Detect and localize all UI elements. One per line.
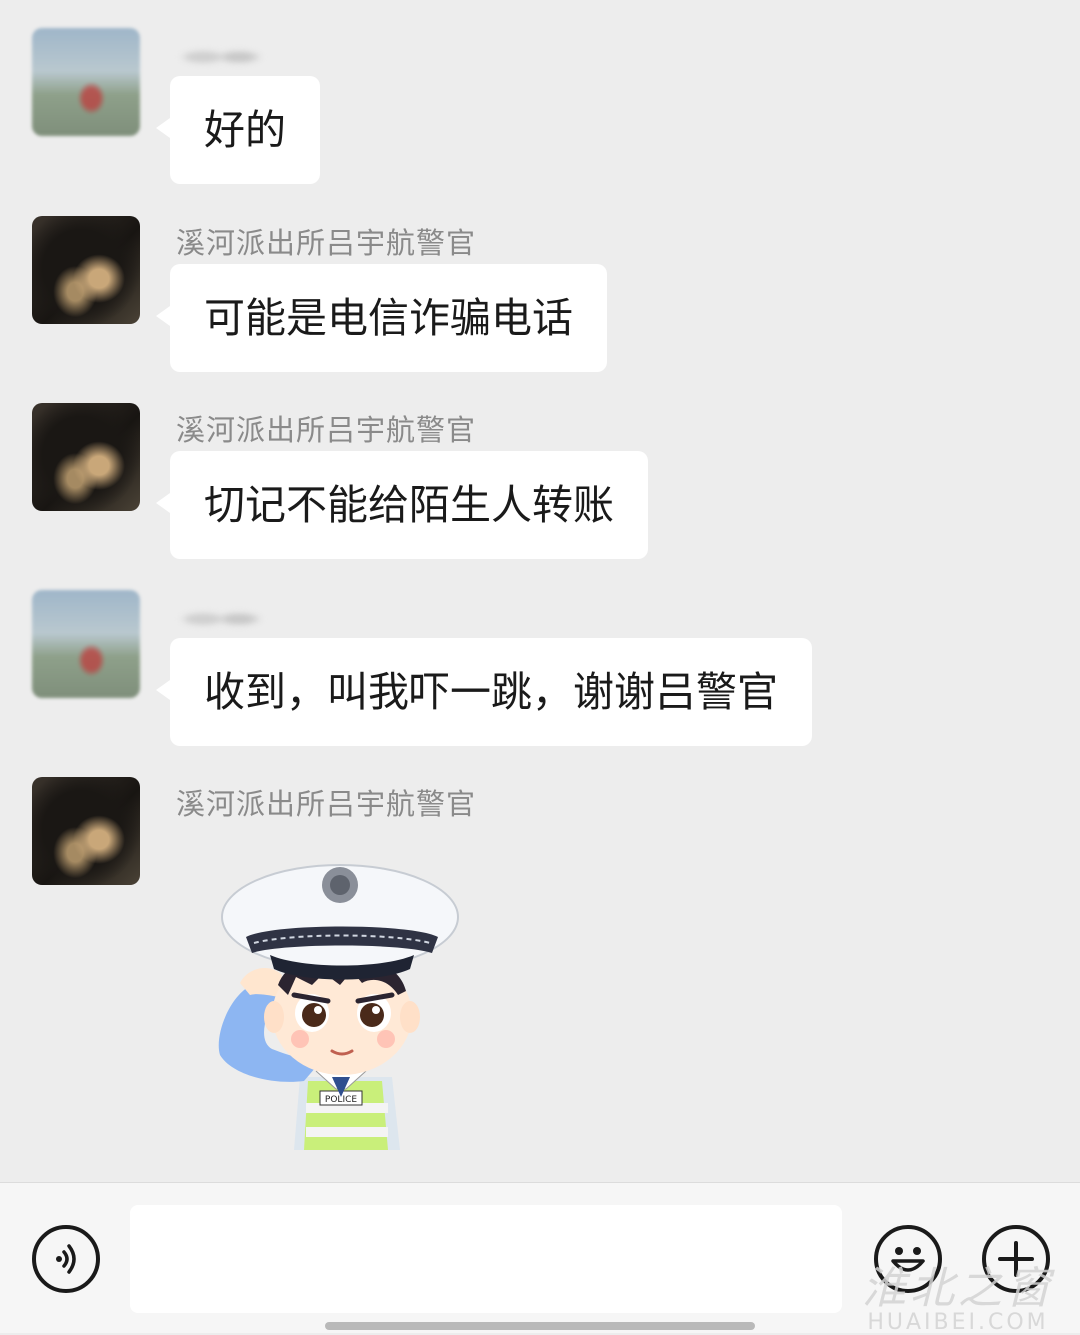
message-bubble[interactable]: 收到，叫我吓一跳，谢谢吕警官 [156, 638, 812, 746]
voice-icon [56, 1244, 76, 1274]
message-bubble[interactable]: 可能是电信诈骗电话 [156, 264, 607, 372]
watermark-line1: 淮北之窗 [862, 1263, 1054, 1314]
sender-name: 溪河派出所吕宇航警官 [176, 226, 477, 260]
avatar[interactable] [32, 590, 140, 698]
avatar[interactable] [32, 777, 140, 885]
voice-button[interactable] [32, 1225, 100, 1293]
sender-name: 溪河派出所吕宇航警官 [176, 787, 477, 821]
message-bubble[interactable]: 好的 [156, 76, 320, 184]
watermark: 淮北之窗 HUAIBEI.COM [862, 1252, 1054, 1335]
avatar[interactable] [32, 28, 140, 136]
avatar[interactable] [32, 216, 140, 324]
chat-area: 好的 溪河派出所吕宇航警官 可能是电信诈骗电话 溪河派出所吕宇航警官 切记不能给… [0, 0, 1080, 1182]
message-input[interactable] [130, 1205, 842, 1313]
watermark-line2: HUAIBEI.COM [867, 1310, 1049, 1335]
avatar[interactable] [32, 403, 140, 511]
sender-name-blurred [176, 38, 266, 76]
message-bubble[interactable]: 切记不能给陌生人转账 [156, 451, 648, 559]
sender-name-blurred [176, 600, 266, 638]
home-indicator[interactable] [325, 1322, 755, 1330]
sender-name: 溪河派出所吕宇航警官 [176, 413, 477, 447]
police-officer-salute-sticker[interactable]: POLICE [212, 845, 472, 1150]
